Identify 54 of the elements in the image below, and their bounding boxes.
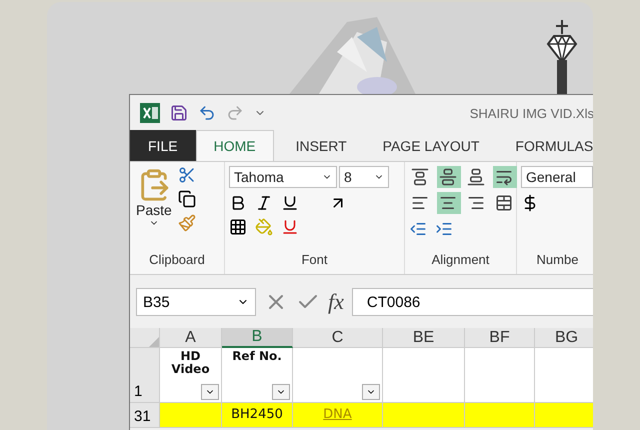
align-button[interactable] xyxy=(437,166,461,188)
align-left-icon xyxy=(411,194,429,212)
function-label[interactable]: fx xyxy=(328,289,344,315)
group-label: Clipboard xyxy=(148,252,206,269)
ribbon-tab[interactable]: FORMULAS xyxy=(497,130,593,161)
triangle-icon xyxy=(149,337,159,347)
align-middle-icon xyxy=(439,168,457,186)
font-size-field[interactable]: 8 xyxy=(339,166,389,188)
scissors-icon xyxy=(178,166,196,184)
underline-icon xyxy=(281,194,299,212)
align-bottom-icon xyxy=(467,168,485,186)
diamond-logo-icon xyxy=(545,20,579,96)
column-header[interactable]: BG xyxy=(535,328,593,348)
file-tab[interactable]: FILE xyxy=(130,130,196,161)
save-icon xyxy=(170,104,188,122)
decrease-indent-icon xyxy=(409,220,427,238)
borders-icon xyxy=(229,218,247,236)
align-button[interactable] xyxy=(493,166,517,188)
formula-field[interactable]: CT0086 xyxy=(352,288,593,316)
column-header[interactable]: C xyxy=(293,328,383,348)
column-header[interactable]: BF xyxy=(465,328,535,348)
font-name-field[interactable]: Tahoma xyxy=(229,166,337,188)
row-header[interactable]: 31 xyxy=(130,403,160,428)
increase-indent-icon xyxy=(435,220,453,238)
italic-icon xyxy=(255,194,273,212)
name-box[interactable]: B35 xyxy=(136,288,256,316)
align-right-icon xyxy=(467,194,485,212)
ribbon-tab[interactable]: HOME xyxy=(196,130,274,161)
cell-text: Ref No. xyxy=(232,350,282,364)
paste-button[interactable]: Paste xyxy=(134,166,174,252)
group-label: Numbe xyxy=(536,252,580,269)
fill-color-icon xyxy=(255,218,273,236)
font-color-icon xyxy=(281,218,299,236)
align-merge-icon xyxy=(495,194,513,212)
align-top-icon xyxy=(411,168,429,186)
row-header[interactable]: 1 xyxy=(130,348,160,403)
redo-icon xyxy=(226,104,244,122)
align-center-icon xyxy=(439,194,457,212)
column-header[interactable]: B xyxy=(222,328,293,348)
ribbon-tab[interactable]: INSERT xyxy=(278,130,365,161)
spreadsheet-app-icon xyxy=(140,103,160,123)
number-format-field[interactable]: General xyxy=(521,166,593,188)
column-header[interactable]: A xyxy=(160,328,222,348)
column-header[interactable]: BE xyxy=(383,328,465,348)
group-label: Alignment xyxy=(430,252,490,269)
cell-text: HD Video xyxy=(170,350,211,376)
align-button[interactable] xyxy=(437,192,461,214)
copy-icon xyxy=(178,190,196,208)
undo-icon xyxy=(198,104,216,122)
align-wrap-icon xyxy=(495,168,513,186)
cell-text: BH2450 xyxy=(231,408,283,422)
format-painter-icon xyxy=(178,214,196,232)
group-label: Font xyxy=(300,252,328,269)
ribbon-tab[interactable]: PAGE LAYOUT xyxy=(364,130,498,161)
